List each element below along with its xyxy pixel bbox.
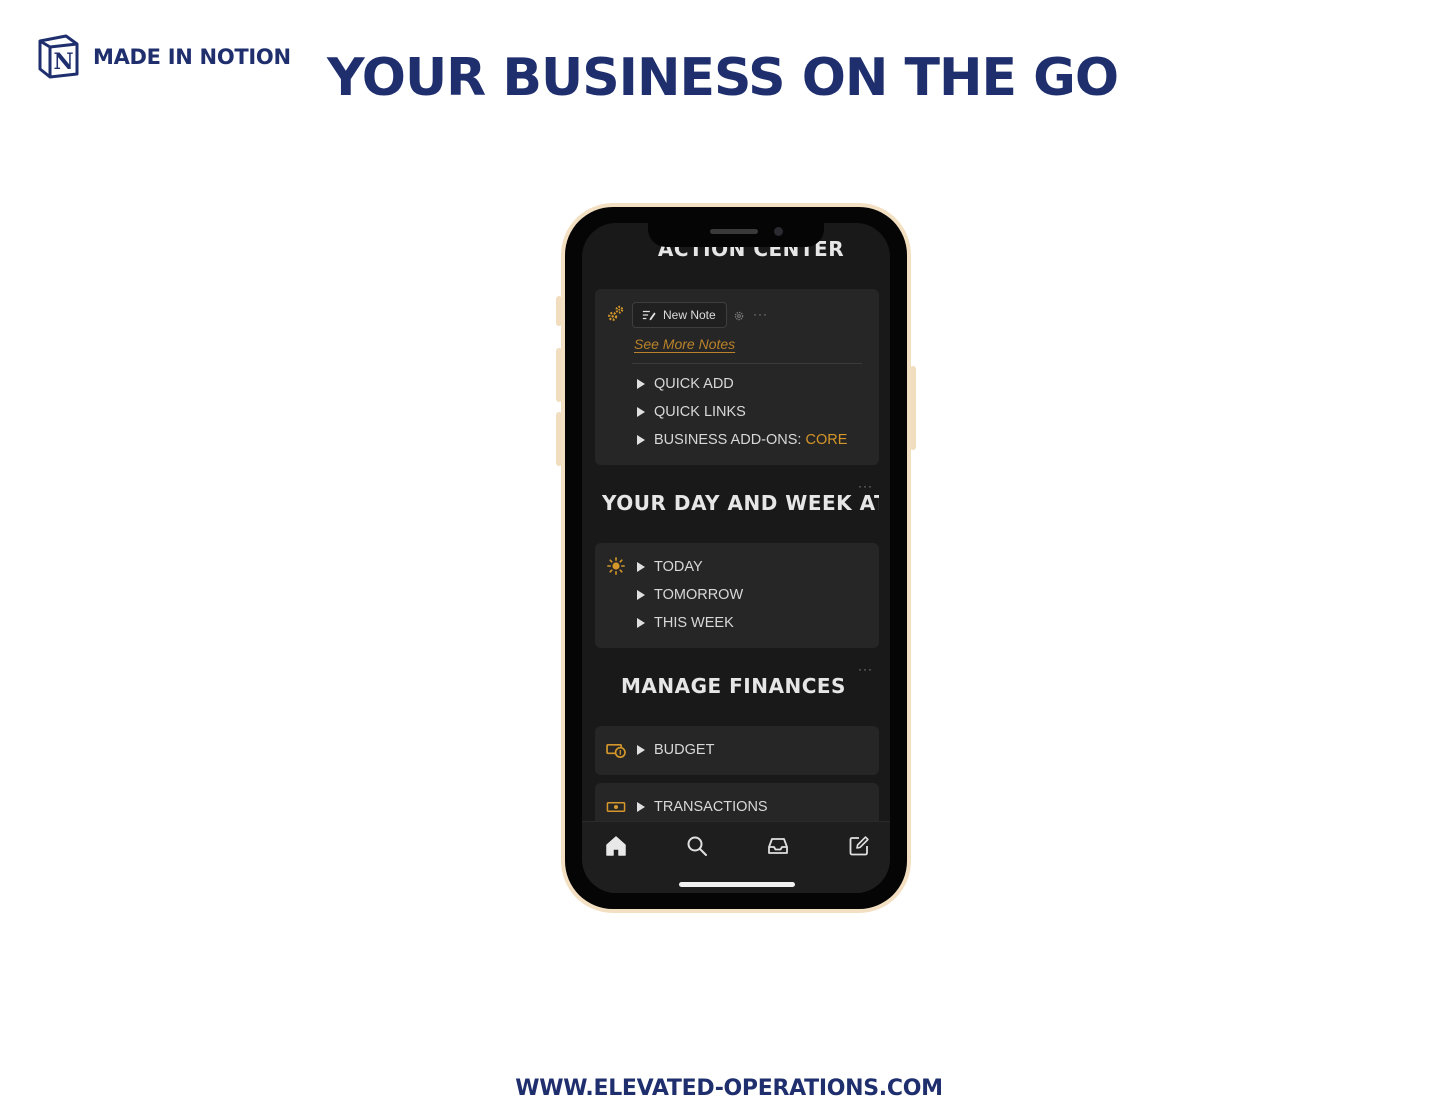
money-icon <box>606 743 626 758</box>
gears-icon <box>608 305 624 321</box>
action-center-card: New Note ··· See More Notes QUICK ADD QU… <box>595 289 879 465</box>
day-week-card: TODAY TOMORROW THIS WEEK <box>595 543 879 648</box>
toggle-transactions[interactable]: TRANSACTIONS <box>637 799 768 815</box>
speaker-grille <box>710 229 758 234</box>
toggle-arrow-icon <box>637 745 645 755</box>
new-note-icon <box>642 310 656 321</box>
manage-finances-title: MANAGE FINANCES <box>621 674 846 698</box>
toggle-this-week[interactable]: THIS WEEK <box>637 615 734 631</box>
settings-icon[interactable] <box>733 310 745 322</box>
phone-bezel: ACTION CENTER New Note ··· See More Note… <box>565 207 907 909</box>
home-icon[interactable] <box>604 834 628 858</box>
toggle-arrow-icon <box>637 618 645 628</box>
toggle-arrow-icon <box>637 802 645 812</box>
toggle-label: THIS WEEK <box>654 615 734 631</box>
toggle-today[interactable]: TODAY <box>637 559 703 575</box>
toggle-label: TODAY <box>654 559 703 575</box>
toggle-arrow-icon <box>637 562 645 572</box>
toggle-label: QUICK ADD <box>654 376 734 392</box>
phone-mockup: ACTION CENTER New Note ··· See More Note… <box>561 203 911 913</box>
cash-icon <box>606 801 626 813</box>
toggle-budget[interactable]: BUDGET <box>637 742 714 758</box>
day-week-title: YOUR DAY AND WEEK AT A GLANCE <box>602 491 879 515</box>
inbox-icon[interactable] <box>766 834 790 858</box>
phone-notch <box>648 223 824 247</box>
home-indicator[interactable] <box>679 882 795 887</box>
front-camera <box>774 227 783 236</box>
bottom-tab-bar <box>582 821 890 893</box>
toggle-label: TRANSACTIONS <box>654 799 768 815</box>
toggle-business-addons[interactable]: BUSINESS ADD-ONS: CORE <box>637 432 847 448</box>
addons-label: BUSINESS ADD-ONS: <box>654 432 806 448</box>
more-options-icon[interactable]: ··· <box>753 307 768 321</box>
toggle-label: BUDGET <box>654 742 715 758</box>
search-icon[interactable] <box>685 834 709 858</box>
new-note-label: New Note <box>663 308 716 322</box>
toggle-label: TOMORROW <box>654 587 744 603</box>
toggle-arrow-icon <box>637 435 645 445</box>
toggle-arrow-icon <box>637 379 645 389</box>
card-divider <box>632 363 862 364</box>
new-note-button[interactable]: New Note <box>632 302 727 328</box>
addons-value: CORE <box>805 432 848 448</box>
toggle-quick-add[interactable]: QUICK ADD <box>637 376 734 392</box>
sun-icon <box>607 557 625 575</box>
toggle-arrow-icon <box>637 590 645 600</box>
toggle-label: QUICK LINKS <box>654 404 746 420</box>
budget-card: BUDGET <box>595 726 879 775</box>
phone-screen: ACTION CENTER New Note ··· See More Note… <box>582 223 890 893</box>
toggle-quick-links[interactable]: QUICK LINKS <box>637 404 746 420</box>
toggle-arrow-icon <box>637 407 645 417</box>
page-headline: YOUR BUSINESS ON THE GO <box>326 48 1119 108</box>
toggle-tomorrow[interactable]: TOMORROW <box>637 587 743 603</box>
see-more-notes-link[interactable]: See More Notes <box>634 336 735 352</box>
website-url[interactable]: WWW.ELEVATED-OPERATIONS.COM <box>0 1076 1445 1101</box>
toggle-label: BUSINESS ADD-ONS: CORE <box>654 432 847 448</box>
compose-icon[interactable] <box>847 834 871 858</box>
